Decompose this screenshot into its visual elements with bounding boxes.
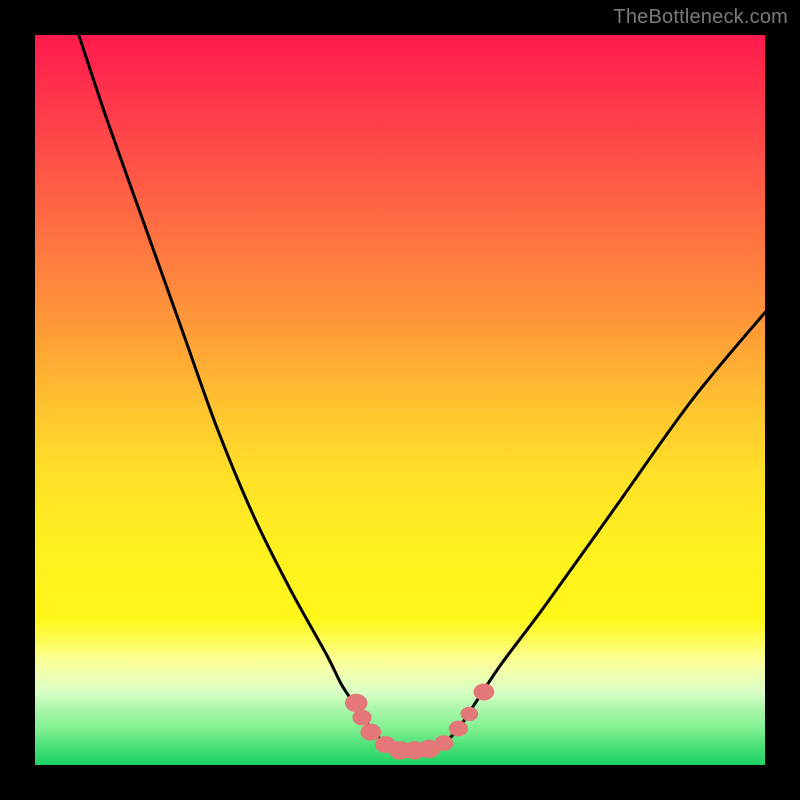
chart-svg	[35, 35, 765, 765]
curve-markers	[345, 684, 494, 760]
curve-marker	[449, 721, 468, 737]
curve-marker	[345, 694, 367, 712]
curve-marker	[434, 735, 453, 751]
bottleneck-curve	[79, 35, 765, 751]
curve-marker	[352, 710, 371, 726]
watermark-text: TheBottleneck.com	[613, 6, 788, 29]
curve-marker	[360, 724, 381, 741]
curve-marker	[461, 707, 479, 721]
plot-area	[35, 35, 765, 765]
curve-marker	[474, 684, 495, 701]
chart-frame: TheBottleneck.com	[0, 0, 800, 800]
